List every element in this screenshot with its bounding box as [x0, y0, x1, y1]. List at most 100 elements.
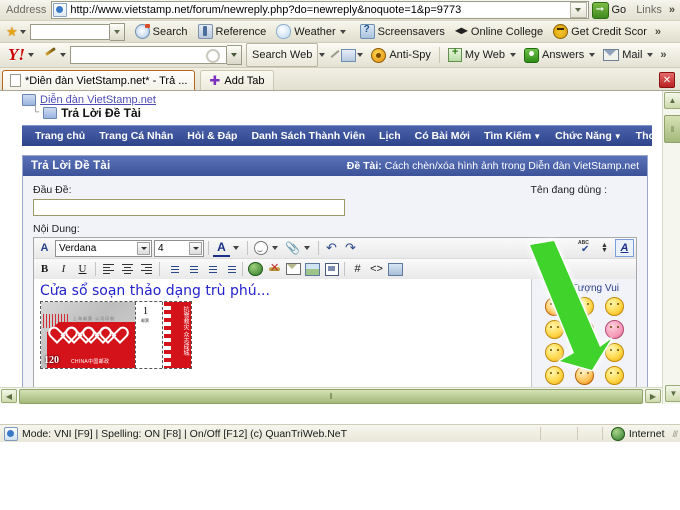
smiley-item[interactable]	[544, 320, 564, 339]
go-button[interactable]: ➞ Go	[589, 1, 633, 19]
nav-item-functions[interactable]: Chức Năng ▼	[548, 130, 629, 142]
security-zone[interactable]: Internet	[603, 426, 673, 441]
add-tab-button[interactable]: ✚ Add Tab	[200, 70, 274, 90]
text-color-icon[interactable]: A	[213, 239, 230, 257]
yahoo-overflow-icon[interactable]: »	[657, 49, 669, 61]
smiley-item[interactable]	[604, 320, 624, 339]
text-color-dropdown-icon[interactable]	[233, 246, 239, 250]
smiley-item[interactable]	[574, 297, 594, 316]
nav-item-home[interactable]: Trang chủ	[28, 130, 92, 142]
nav-item-logout[interactable]: Thoát	[629, 130, 662, 142]
close-tab-button[interactable]: ✕	[659, 72, 675, 88]
scroll-down-button[interactable]: ▼	[665, 385, 680, 402]
smiley-item[interactable]	[544, 297, 564, 316]
popup-blocker-dropdown-icon[interactable]	[357, 53, 364, 57]
smiley-icon[interactable]	[252, 240, 269, 256]
smiley-dropdown-icon[interactable]	[272, 246, 278, 250]
expand-collapse-icon[interactable]: ▲ ▼	[596, 240, 613, 256]
nav-item-new-posts[interactable]: Có Bài Mới	[408, 130, 477, 142]
pencil-icon[interactable]	[44, 48, 58, 62]
nav-item-calendar[interactable]: Lịch	[372, 130, 408, 142]
spellcheck-icon[interactable]	[578, 240, 594, 255]
toolbar-search-dropdown-icon[interactable]	[109, 22, 125, 41]
indent-button[interactable]	[221, 261, 238, 277]
yahoo-search-input[interactable]	[70, 46, 227, 64]
insert-media-button[interactable]	[387, 261, 404, 277]
pencil-dropdown-icon[interactable]	[60, 53, 66, 57]
my-web-dropdown-icon[interactable]	[510, 53, 517, 57]
smiley-item[interactable]	[604, 343, 624, 362]
page-vertical-scrollbar[interactable]: ▲ ‖ ▼	[662, 91, 680, 404]
links-item-online-college[interactable]: Online College	[450, 22, 548, 41]
page-horizontal-scrollbar[interactable]: ◀ ‖ ▶	[0, 387, 662, 404]
title-input[interactable]	[33, 199, 345, 216]
redo-icon[interactable]: ↷	[342, 240, 359, 256]
address-dropdown-icon[interactable]	[569, 2, 587, 18]
links-item-credit-score[interactable]: Get Credit Scor	[548, 22, 652, 41]
toolbar-search-input[interactable]	[29, 23, 110, 40]
smiley-item[interactable]	[574, 320, 594, 339]
html-code-button[interactable]: <>	[368, 261, 385, 277]
smiley-item[interactable]	[604, 297, 624, 316]
underline-button[interactable]: U	[74, 261, 91, 277]
remove-link-button[interactable]	[266, 261, 283, 277]
yahoo-menu-dropdown-icon[interactable]	[28, 53, 34, 57]
font-style-icon[interactable]: А	[36, 240, 53, 256]
links-overflow-icon[interactable]: »	[652, 26, 664, 38]
code-hash-button[interactable]: #	[349, 261, 366, 277]
align-right-button[interactable]	[138, 261, 155, 277]
links-item-weather[interactable]: Weather	[271, 22, 354, 41]
insert-image-button[interactable]	[304, 261, 321, 277]
nav-item-faq[interactable]: Hỏi & Đáp	[180, 130, 244, 142]
links-item-search[interactable]: Search	[130, 22, 193, 41]
search-web-dropdown-icon[interactable]	[319, 53, 326, 57]
mail-dropdown-icon[interactable]	[647, 53, 654, 57]
page-scroll-left-button[interactable]: ◀	[1, 389, 17, 403]
links-label[interactable]: Links	[632, 4, 666, 16]
smiley-item[interactable]	[544, 343, 564, 362]
scroll-up-button[interactable]: ▲	[664, 92, 680, 109]
page-scroll-right-button[interactable]: ▶	[645, 389, 661, 403]
bold-button[interactable]: B	[36, 261, 53, 277]
quote-button[interactable]	[323, 261, 340, 277]
insert-email-button[interactable]	[285, 261, 302, 277]
address-input[interactable]: http://www.vietstamp.net/forum/newreply.…	[51, 1, 589, 19]
favorites-dropdown-icon[interactable]	[19, 29, 26, 34]
search-web-button[interactable]: Search Web	[246, 43, 319, 67]
outdent-button[interactable]	[202, 261, 219, 277]
links-item-screensavers[interactable]: Screensavers	[355, 22, 450, 41]
mail-button[interactable]: Mail	[599, 45, 646, 65]
tab-active[interactable]: *Diễn đàn VietStamp.net* - Trả ...	[2, 70, 196, 90]
wysiwyg-toggle-button[interactable]: A	[615, 239, 634, 257]
breadcrumb-parent-link[interactable]: Diễn đàn VietStamp.net	[40, 94, 156, 106]
undo-icon[interactable]: ↶	[323, 240, 340, 256]
answers-dropdown-icon[interactable]	[589, 53, 596, 57]
stamp-image[interactable]: 上海邮票 公司印制 120 CHINA中国邮政 1 邮票 抗雪救灾 众志成城	[40, 301, 192, 369]
my-web-button[interactable]: My Web	[444, 45, 509, 65]
font-family-select[interactable]: Verdana	[55, 239, 152, 257]
popup-blocker-icon[interactable]	[341, 48, 357, 62]
highlight-icon[interactable]	[329, 49, 341, 61]
smiley-item[interactable]	[604, 366, 624, 385]
answers-button[interactable]: Answers	[520, 45, 588, 65]
attachment-dropdown-icon[interactable]	[304, 246, 310, 250]
align-center-button[interactable]	[119, 261, 136, 277]
anti-spy-button[interactable]: Anti-Spy	[367, 45, 435, 65]
ordered-list-button[interactable]	[164, 261, 181, 277]
weather-dropdown-icon[interactable]	[339, 29, 346, 34]
yahoo-search-dropdown-icon[interactable]	[227, 45, 242, 65]
insert-link-button[interactable]	[247, 261, 264, 277]
resize-grip-icon[interactable]: ///	[672, 429, 677, 439]
vertical-scroll-thumb[interactable]: ‖	[664, 115, 680, 143]
links-item-reference[interactable]: Reference	[193, 22, 272, 41]
nav-item-memberlist[interactable]: Danh Sách Thành Viên	[244, 130, 372, 142]
yahoo-logo-icon[interactable]: Y!	[2, 45, 27, 65]
align-left-button[interactable]	[100, 261, 117, 277]
address-overflow-icon[interactable]: »	[666, 4, 678, 16]
attachment-icon[interactable]: 📎	[284, 240, 301, 256]
favorites-star-icon[interactable]: ★	[2, 24, 19, 40]
editor-content[interactable]: Cửa sổ soạn thảo dạng trù phú... 上海邮票 公司…	[34, 279, 531, 387]
smiley-item[interactable]	[574, 343, 594, 362]
smiley-item[interactable]	[544, 366, 564, 385]
italic-button[interactable]: I	[55, 261, 72, 277]
